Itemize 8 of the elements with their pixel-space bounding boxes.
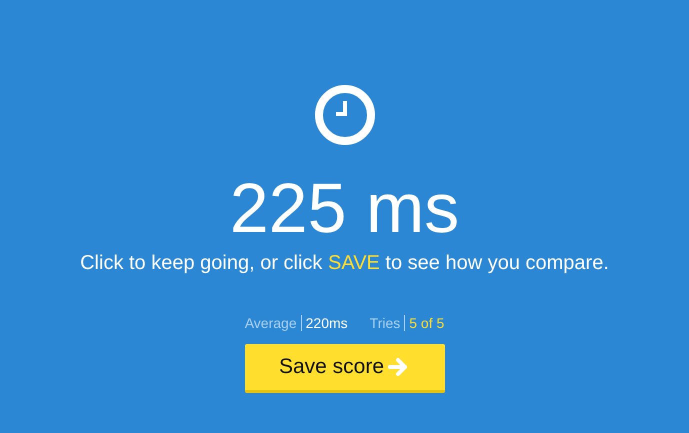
clock-icon	[314, 84, 376, 146]
reaction-time: 225 ms	[230, 168, 460, 248]
instruction-text: Click to keep going, or click SAVE to see how you compare.	[80, 252, 609, 275]
stat-label: Tries	[370, 315, 406, 331]
stat-value: 220ms	[306, 315, 348, 331]
save-score-button[interactable]: Save score	[244, 344, 444, 393]
stat-label: Average	[244, 315, 302, 331]
stat-value: 5 of 5	[409, 315, 444, 331]
